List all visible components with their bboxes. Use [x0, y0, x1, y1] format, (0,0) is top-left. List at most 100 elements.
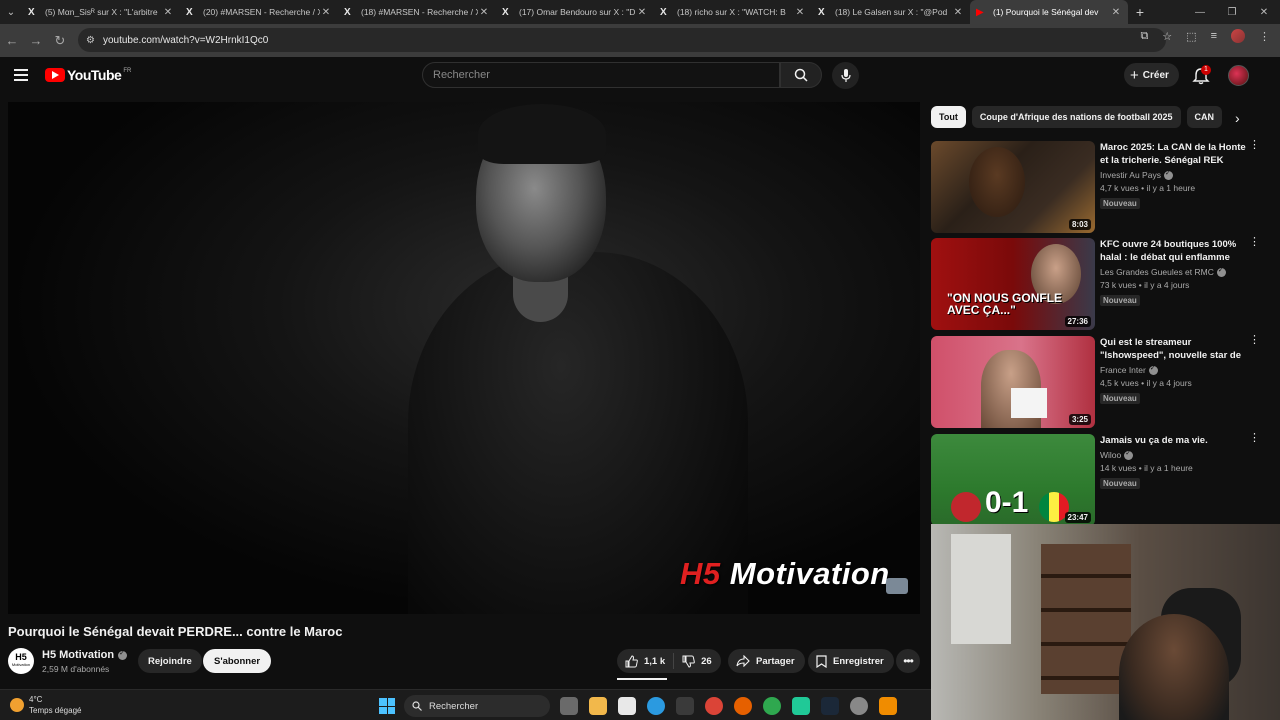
- steam-icon[interactable]: [821, 697, 839, 715]
- browser-tab-3[interactable]: X (18) #MARSEN - Recherche / X ✕: [338, 0, 496, 24]
- video-player[interactable]: H5 Motivation: [8, 102, 920, 614]
- site-info-icon[interactable]: ⚙: [86, 35, 95, 46]
- video-info: KFC ouvre 24 boutiques 100% halal : le d…: [1100, 238, 1248, 308]
- notification-badge: 1: [1201, 65, 1211, 75]
- maximize-icon[interactable]: ❐: [1216, 7, 1248, 18]
- microphone-icon: [840, 68, 851, 82]
- browser-tab-1[interactable]: X (5) Mαn_Sisᴿ sur X : "L'arbitre ✕: [22, 0, 180, 24]
- channel-avatar[interactable]: H5 Motivation: [8, 648, 34, 674]
- chrome-icon[interactable]: [705, 697, 723, 715]
- edge-icon[interactable]: [647, 697, 665, 715]
- install-icon[interactable]: ⧉: [1140, 30, 1148, 43]
- channel-name[interactable]: France Inter: [1100, 365, 1146, 375]
- channel-name[interactable]: Les Grandes Gueules et RMC: [1100, 267, 1214, 277]
- voice-search-button[interactable]: [832, 62, 859, 89]
- profile-avatar[interactable]: [1231, 29, 1245, 43]
- more-vertical-icon[interactable]: ⋮: [1249, 335, 1260, 346]
- chip-can[interactable]: CAN: [1186, 106, 1222, 128]
- browser-tab-5[interactable]: X (18) richo sur X : "WATCH: B ✕: [654, 0, 812, 24]
- video-thumbnail[interactable]: 8:03: [931, 141, 1095, 233]
- taskbar-search-label: Rechercher: [429, 700, 479, 712]
- subscribe-button[interactable]: S'abonner: [203, 649, 272, 673]
- task-view-icon[interactable]: [560, 697, 578, 715]
- video-title[interactable]: Jamais vu ça de ma vie.: [1100, 434, 1248, 447]
- dislike-button[interactable]: 26: [674, 655, 720, 668]
- new-tab-icon[interactable]: +: [1128, 4, 1152, 20]
- list-item[interactable]: 0-1 23:47 Jamais vu ça de ma vie. Wiloo …: [931, 433, 1261, 526]
- more-vertical-icon[interactable]: ⋮: [1249, 140, 1260, 151]
- youtube-logo[interactable]: YouTube FR: [45, 67, 131, 83]
- firefox-icon[interactable]: [734, 697, 752, 715]
- browser-tab-4[interactable]: X (17) Omar Bendouro sur X : "D ✕: [496, 0, 654, 24]
- close-icon[interactable]: ✕: [478, 7, 490, 18]
- forward-icon[interactable]: →: [24, 33, 48, 48]
- notepad-icon[interactable]: [618, 697, 636, 715]
- create-button[interactable]: + Créer: [1124, 63, 1179, 87]
- share-button[interactable]: Partager: [728, 649, 805, 673]
- menu-icon[interactable]: [14, 69, 28, 81]
- chip-can-2025[interactable]: Coupe d'Afrique des nations de football …: [971, 106, 1181, 128]
- weather-widget[interactable]: 4°C Temps dégagé: [10, 694, 81, 716]
- minimize-icon[interactable]: —: [1184, 7, 1216, 18]
- close-window-icon[interactable]: ✕: [1248, 7, 1280, 18]
- file-explorer-icon[interactable]: [589, 697, 607, 715]
- tab-search-icon[interactable]: ⌄: [0, 0, 22, 24]
- video-thumbnail[interactable]: 3:25: [931, 336, 1095, 428]
- search-button[interactable]: [780, 62, 822, 88]
- extensions-icon[interactable]: ⬚: [1186, 30, 1196, 43]
- app-icon[interactable]: [792, 697, 810, 715]
- browser-tab-2[interactable]: X (20) #MARSEN - Recherche / X ✕: [180, 0, 338, 24]
- list-item[interactable]: "ON NOUS GONFLE AVEC ÇA..." 27:36 KFC ou…: [931, 237, 1261, 330]
- windows-start-icon[interactable]: [379, 698, 395, 714]
- new-badge: Nouveau: [1100, 478, 1140, 489]
- close-icon[interactable]: ✕: [952, 7, 964, 18]
- back-icon[interactable]: ←: [0, 33, 24, 48]
- account-avatar[interactable]: [1228, 65, 1249, 86]
- media-icon[interactable]: ≡: [1211, 30, 1217, 42]
- settings-gear-icon[interactable]: [850, 697, 868, 715]
- video-title[interactable]: KFC ouvre 24 boutiques 100% halal : le d…: [1100, 238, 1248, 264]
- url-bar[interactable]: ⚙ youtube.com/watch?v=W2HrnkI1Qc0: [78, 28, 1166, 52]
- browser-tab-bar: ⌄ X (5) Mαn_Sisᴿ sur X : "L'arbitre ✕ X (20…: [0, 0, 1280, 24]
- video-person-hair: [478, 104, 606, 164]
- join-button[interactable]: Rejoindre: [138, 649, 202, 673]
- channel-name[interactable]: Investir Au Pays: [1100, 170, 1161, 180]
- browser-tab-6[interactable]: X (18) Le Galsen sur X : "@Pod ✕: [812, 0, 970, 24]
- chip-all[interactable]: Tout: [931, 106, 966, 128]
- more-actions-button[interactable]: •••: [896, 649, 920, 673]
- list-item[interactable]: 8:03 Maroc 2025: La CAN de la Honte et l…: [931, 140, 1261, 233]
- search-input[interactable]: Rechercher: [422, 62, 780, 88]
- x-icon: X: [502, 6, 509, 18]
- list-item[interactable]: 3:25 Qui est le streameur "Ishowspeed", …: [931, 335, 1261, 428]
- vlc-icon[interactable]: [879, 697, 897, 715]
- more-vertical-icon[interactable]: ⋮: [1249, 237, 1260, 248]
- filter-chips: Tout Coupe d'Afrique des nations de foot…: [931, 106, 1222, 130]
- close-icon[interactable]: ✕: [636, 7, 648, 18]
- video-thumbnail[interactable]: "ON NOUS GONFLE AVEC ÇA..." 27:36: [931, 238, 1095, 330]
- store-icon[interactable]: [676, 697, 694, 715]
- browser-menu-icon[interactable]: ⋮: [1259, 30, 1270, 43]
- search-placeholder: Rechercher: [433, 69, 490, 81]
- close-icon[interactable]: ✕: [794, 7, 806, 18]
- more-vertical-icon[interactable]: ⋮: [1249, 433, 1260, 444]
- video-duration: 27:36: [1064, 316, 1091, 327]
- channel-name-row[interactable]: H5 Motivation: [42, 649, 128, 661]
- video-meta: 73 k vues • il y a 4 jours: [1100, 280, 1190, 290]
- close-icon[interactable]: ✕: [320, 7, 332, 18]
- close-icon[interactable]: ✕: [162, 7, 174, 18]
- channel-name[interactable]: Wiloo: [1100, 450, 1121, 460]
- save-button[interactable]: Enregistrer: [808, 649, 894, 673]
- browser-tab-active[interactable]: ▶ (1) Pourquoi le Sénégal dev ✕: [970, 0, 1128, 24]
- chevron-right-icon[interactable]: ›: [1235, 110, 1240, 126]
- plus-icon: +: [1130, 66, 1139, 84]
- video-title[interactable]: Maroc 2025: La CAN de la Honte et la tri…: [1100, 141, 1248, 167]
- reload-icon[interactable]: ↻: [48, 33, 72, 49]
- close-icon[interactable]: ✕: [1110, 7, 1122, 18]
- like-button[interactable]: 1,1 k: [617, 653, 675, 669]
- bookmark-star-icon[interactable]: ☆: [1162, 30, 1172, 43]
- xbox-icon[interactable]: [763, 697, 781, 715]
- webcam-overlay: [931, 524, 1280, 720]
- video-title[interactable]: Qui est le streameur "Ishowspeed", nouve…: [1100, 336, 1248, 362]
- video-thumbnail[interactable]: 0-1 23:47: [931, 434, 1095, 526]
- taskbar-search[interactable]: Rechercher: [404, 695, 550, 717]
